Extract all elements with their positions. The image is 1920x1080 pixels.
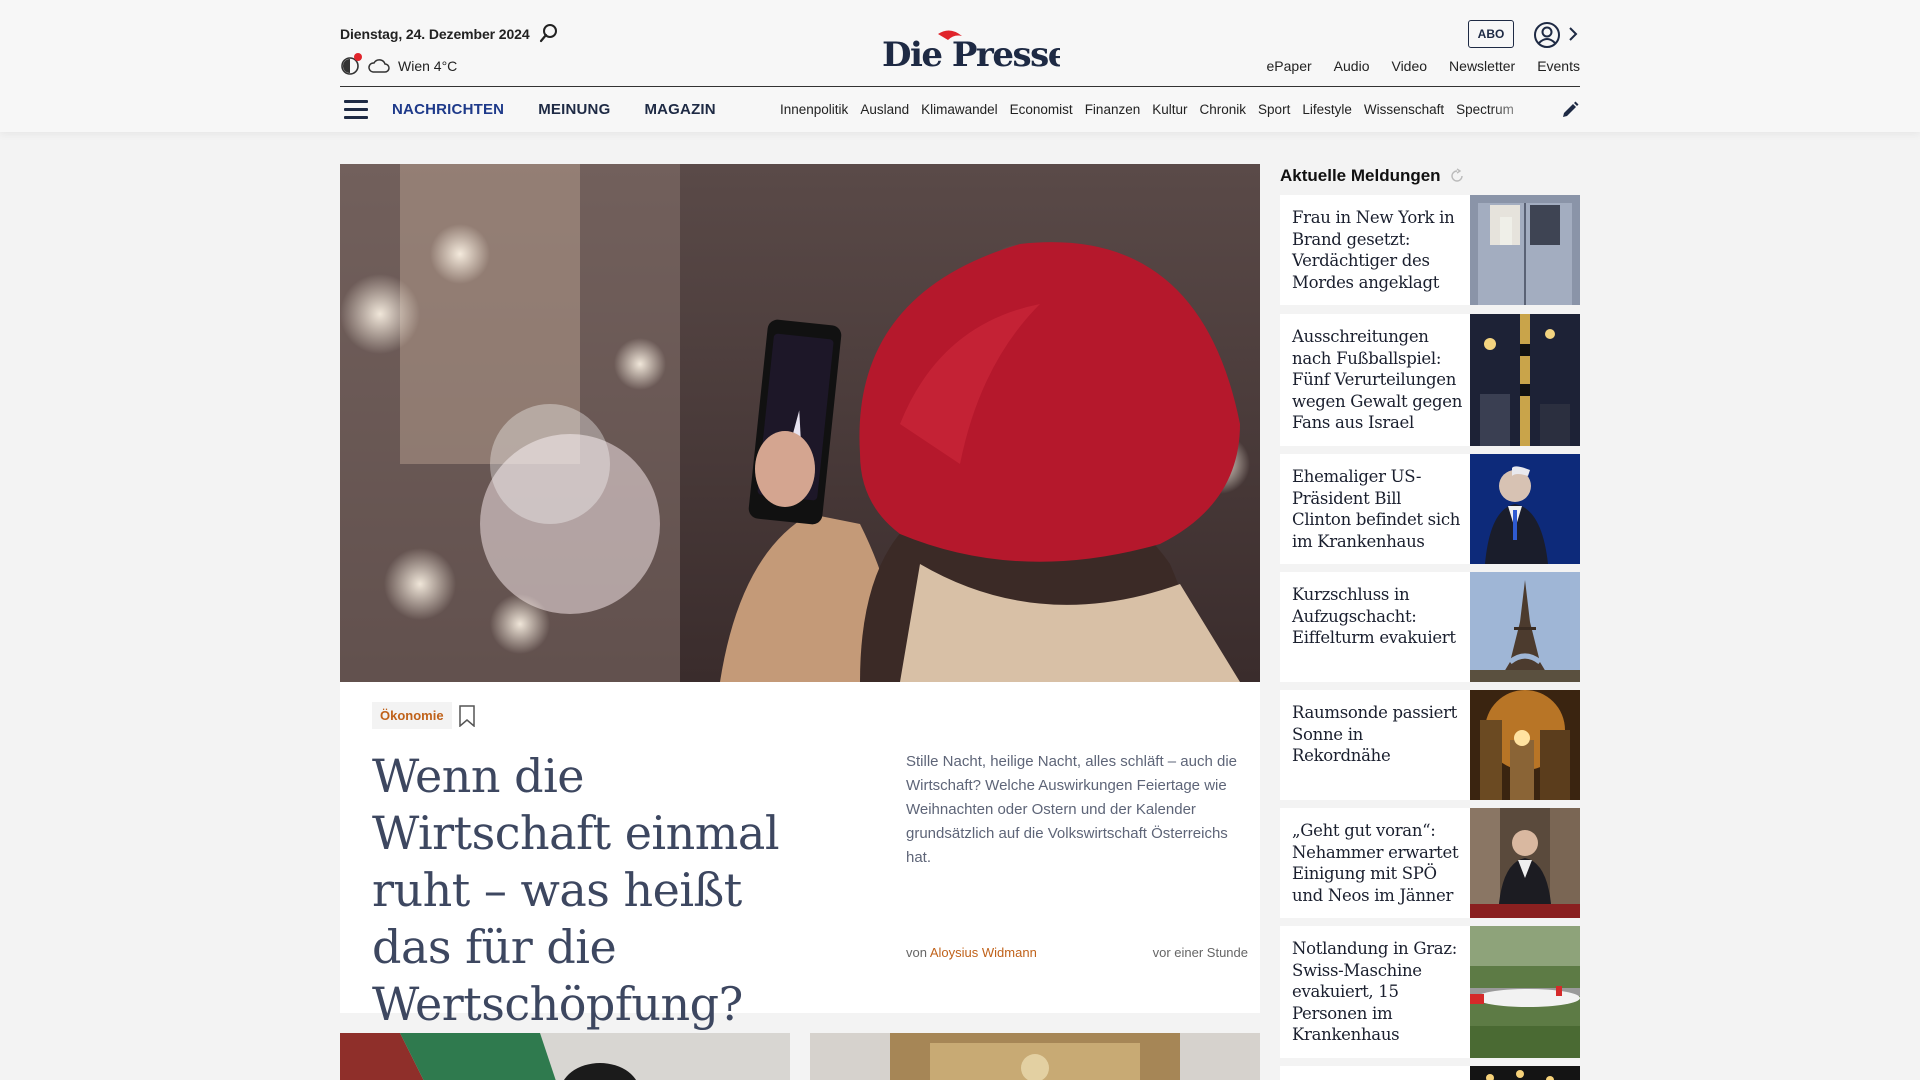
subnav-fade	[1490, 96, 1540, 124]
link-audio[interactable]: Audio	[1334, 58, 1370, 74]
user-account-icon[interactable]	[1532, 20, 1562, 50]
author-link[interactable]: Aloysius Widmann	[930, 945, 1037, 960]
subnav-innenpolitik[interactable]: Innenpolitik	[780, 102, 848, 117]
subnav-lifestyle[interactable]: Lifestyle	[1302, 102, 1352, 117]
hamburger-menu-icon[interactable]	[344, 100, 368, 120]
latest-news-sidebar: Aktuelle Meldungen Frau in New York in B…	[1280, 164, 1580, 1080]
news-thumbnail[interactable]	[1470, 926, 1580, 1058]
sub-nav: Innenpolitik Ausland Klimawandel Economi…	[780, 102, 1540, 117]
teaser-image-2[interactable]	[810, 1033, 1260, 1080]
news-item-title[interactable]: Raumsonde passiert Sonne in Rekordnähe	[1280, 690, 1470, 800]
news-thumbnail[interactable]	[1470, 1066, 1580, 1080]
link-epaper[interactable]: ePaper	[1267, 58, 1312, 74]
search-icon[interactable]	[538, 22, 560, 44]
news-thumbnail[interactable]	[1470, 454, 1580, 564]
news-item[interactable]: Ausschreitungen nach Fußballspiel: Fünf …	[1280, 314, 1580, 446]
link-events[interactable]: Events	[1537, 58, 1580, 74]
news-item[interactable]: Kurzschluss in Aufzugschacht: Eiffelturm…	[1280, 572, 1580, 682]
main-nav: NACHRICHTEN MEINUNG MAGAZIN	[392, 101, 716, 118]
subnav-ausland[interactable]: Ausland	[860, 102, 909, 117]
news-item[interactable]: Ehemaliger US-Präsident Bill Clinton bef…	[1280, 454, 1580, 564]
subnav-sport[interactable]: Sport	[1258, 102, 1290, 117]
abo-button[interactable]: ABO	[1468, 20, 1514, 48]
cloud-icon	[368, 59, 390, 73]
news-item-title[interactable]: „Geht gut voran“: Nehammer erwartet Eini…	[1280, 808, 1470, 918]
subnav-kultur[interactable]: Kultur	[1152, 102, 1187, 117]
news-item[interactable]: Raumsonde passiert Sonne in Rekordnähe	[1280, 690, 1580, 800]
news-thumbnail[interactable]	[1470, 808, 1580, 918]
link-video[interactable]: Video	[1391, 58, 1427, 74]
subnav-economist[interactable]: Economist	[1010, 102, 1073, 117]
news-item[interactable]: Notlandung in Graz: Swiss-Maschine evaku…	[1280, 926, 1580, 1058]
news-item-title[interactable]: Frau in New York in Brand gesetzt: Verdä…	[1280, 195, 1470, 305]
site-logo[interactable]: Die Presse	[880, 28, 1070, 75]
byline-prefix: von	[906, 945, 927, 960]
byline: von Aloysius Widmann	[906, 945, 1037, 960]
news-thumbnail[interactable]	[1470, 690, 1580, 800]
nav-nachrichten[interactable]: NACHRICHTEN	[392, 101, 504, 118]
hero-image[interactable]	[340, 164, 1260, 682]
news-thumbnail[interactable]	[1470, 314, 1580, 446]
subnav-wissenschaft[interactable]: Wissenschaft	[1364, 102, 1444, 117]
subnav-klimawandel[interactable]: Klimawandel	[921, 102, 998, 117]
link-newsletter[interactable]: Newsletter	[1449, 58, 1515, 74]
bookmark-icon[interactable]	[458, 705, 476, 727]
night-mode-icon[interactable]	[340, 53, 362, 76]
teaser-image-1[interactable]	[340, 1033, 790, 1080]
category-tag[interactable]: Ökonomie	[372, 702, 452, 729]
news-item-title[interactable]	[1280, 1066, 1470, 1080]
nav-magazin[interactable]: MAGAZIN	[644, 101, 715, 118]
header-inner: Dienstag, 24. Dezember 2024 Wien 4°C Die…	[340, 0, 1580, 132]
news-thumbnail[interactable]	[1470, 572, 1580, 682]
weather-row: Wien 4°C	[340, 53, 457, 76]
subnav-chronik[interactable]: Chronik	[1200, 102, 1247, 117]
news-item[interactable]	[1280, 1066, 1580, 1080]
site-header: Dienstag, 24. Dezember 2024 Wien 4°C Die…	[0, 0, 1920, 132]
chevron-right-icon[interactable]	[1566, 24, 1580, 44]
subnav-finanzen[interactable]: Finanzen	[1085, 102, 1141, 117]
news-thumbnail[interactable]	[1470, 195, 1580, 305]
publish-time: vor einer Stunde	[1152, 945, 1248, 960]
nav-meinung[interactable]: MEINUNG	[538, 101, 610, 118]
news-item-title[interactable]: Notlandung in Graz: Swiss-Maschine evaku…	[1280, 926, 1470, 1058]
pencil-icon[interactable]	[1560, 100, 1580, 120]
svg-text:Die Presse: Die Presse	[882, 35, 1060, 74]
sidebar-heading: Aktuelle Meldungen	[1280, 164, 1580, 188]
notification-dot	[354, 53, 362, 61]
hero-lead: Stille Nacht, heilige Nacht, alles schlä…	[906, 753, 1238, 866]
current-date: Dienstag, 24. Dezember 2024	[340, 26, 530, 42]
hero-headline[interactable]: Wenn die Wirtschaft einmal ruht – was he…	[372, 748, 832, 1033]
news-item-title[interactable]: Ausschreitungen nach Fußballspiel: Fünf …	[1280, 314, 1470, 446]
news-item[interactable]: „Geht gut voran“: Nehammer erwartet Eini…	[1280, 808, 1580, 918]
weather-text[interactable]: Wien 4°C	[398, 58, 457, 74]
news-item-title[interactable]: Kurzschluss in Aufzugschacht: Eiffelturm…	[1280, 572, 1470, 682]
news-item[interactable]: Frau in New York in Brand gesetzt: Verdä…	[1280, 195, 1580, 305]
top-links: ePaper Audio Video Newsletter Events	[1267, 58, 1580, 74]
news-item-title[interactable]: Ehemaliger US-Präsident Bill Clinton bef…	[1280, 454, 1470, 564]
header-divider	[340, 86, 1580, 87]
sidebar-title: Aktuelle Meldungen	[1280, 166, 1441, 185]
hero-article[interactable]: Ökonomie Wenn die Wirtschaft einmal ruht…	[340, 164, 1260, 1031]
refresh-icon[interactable]	[1449, 168, 1465, 184]
